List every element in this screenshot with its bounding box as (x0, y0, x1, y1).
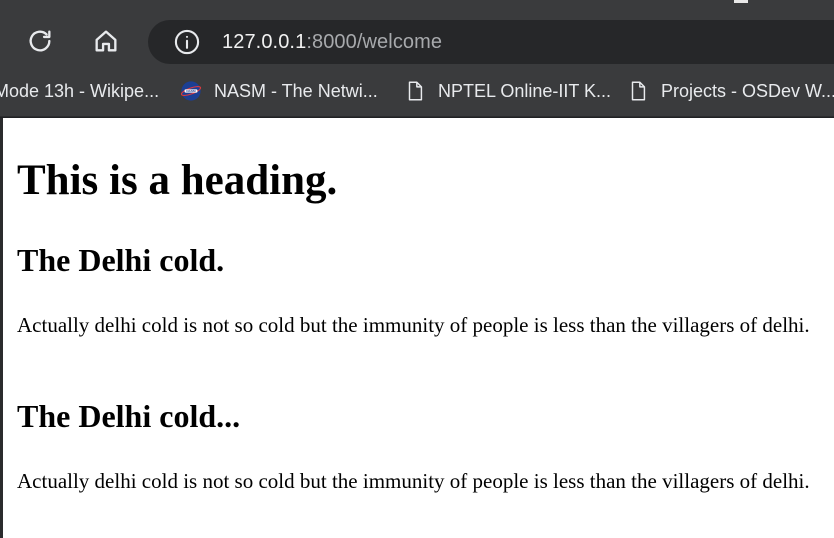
nasm-icon: NASM (180, 81, 202, 101)
bookmark-label: NASM - The Netwi... (214, 80, 378, 101)
url-host: 127.0.0.1 (222, 31, 307, 53)
section-title: The Delhi cold... (17, 398, 241, 434)
home-button[interactable] (88, 23, 124, 59)
site-info-icon[interactable] (173, 28, 201, 56)
reload-button[interactable] (22, 23, 58, 59)
bookmarks-bar: Mode 13h - Wikipe... NASM NASM - The Net… (0, 66, 834, 117)
svg-text:NASM: NASM (186, 89, 196, 93)
section-body: Actually delhi cold is not so cold but t… (17, 313, 810, 337)
browser-toolbar: 127.0.0.1:8000/welcome (0, 0, 834, 66)
url-path: :8000/welcome (306, 31, 443, 53)
home-icon (95, 30, 117, 52)
bookmark-label: Projects - OSDev W... (661, 80, 834, 101)
page-heading: This is a heading. (17, 157, 338, 204)
bookmark-osdev[interactable]: Projects - OSDev W... (627, 78, 834, 104)
bookmark-label: Mode 13h - Wikipe... (0, 80, 160, 101)
url-text[interactable]: 127.0.0.1:8000/welcome (222, 29, 442, 55)
page-icon (408, 81, 423, 101)
tab-strip-edge (734, 0, 748, 3)
address-bar[interactable]: 127.0.0.1:8000/welcome (148, 20, 834, 64)
reload-icon (29, 30, 51, 52)
page-icon (631, 81, 646, 101)
bookmark-nptel[interactable]: NPTEL Online-IIT K... (404, 78, 611, 104)
section-title: The Delhi cold. (17, 242, 225, 278)
bookmark-mode-13h[interactable]: Mode 13h - Wikipe... (0, 78, 159, 104)
section-body: Actually delhi cold is not so cold but t… (17, 469, 810, 493)
bookmark-label: NPTEL Online-IIT K... (438, 80, 612, 101)
bookmark-nasm[interactable]: NASM NASM - The Netwi... (180, 78, 378, 104)
page-viewport: This is a heading. The Delhi cold. Actua… (3, 118, 834, 538)
